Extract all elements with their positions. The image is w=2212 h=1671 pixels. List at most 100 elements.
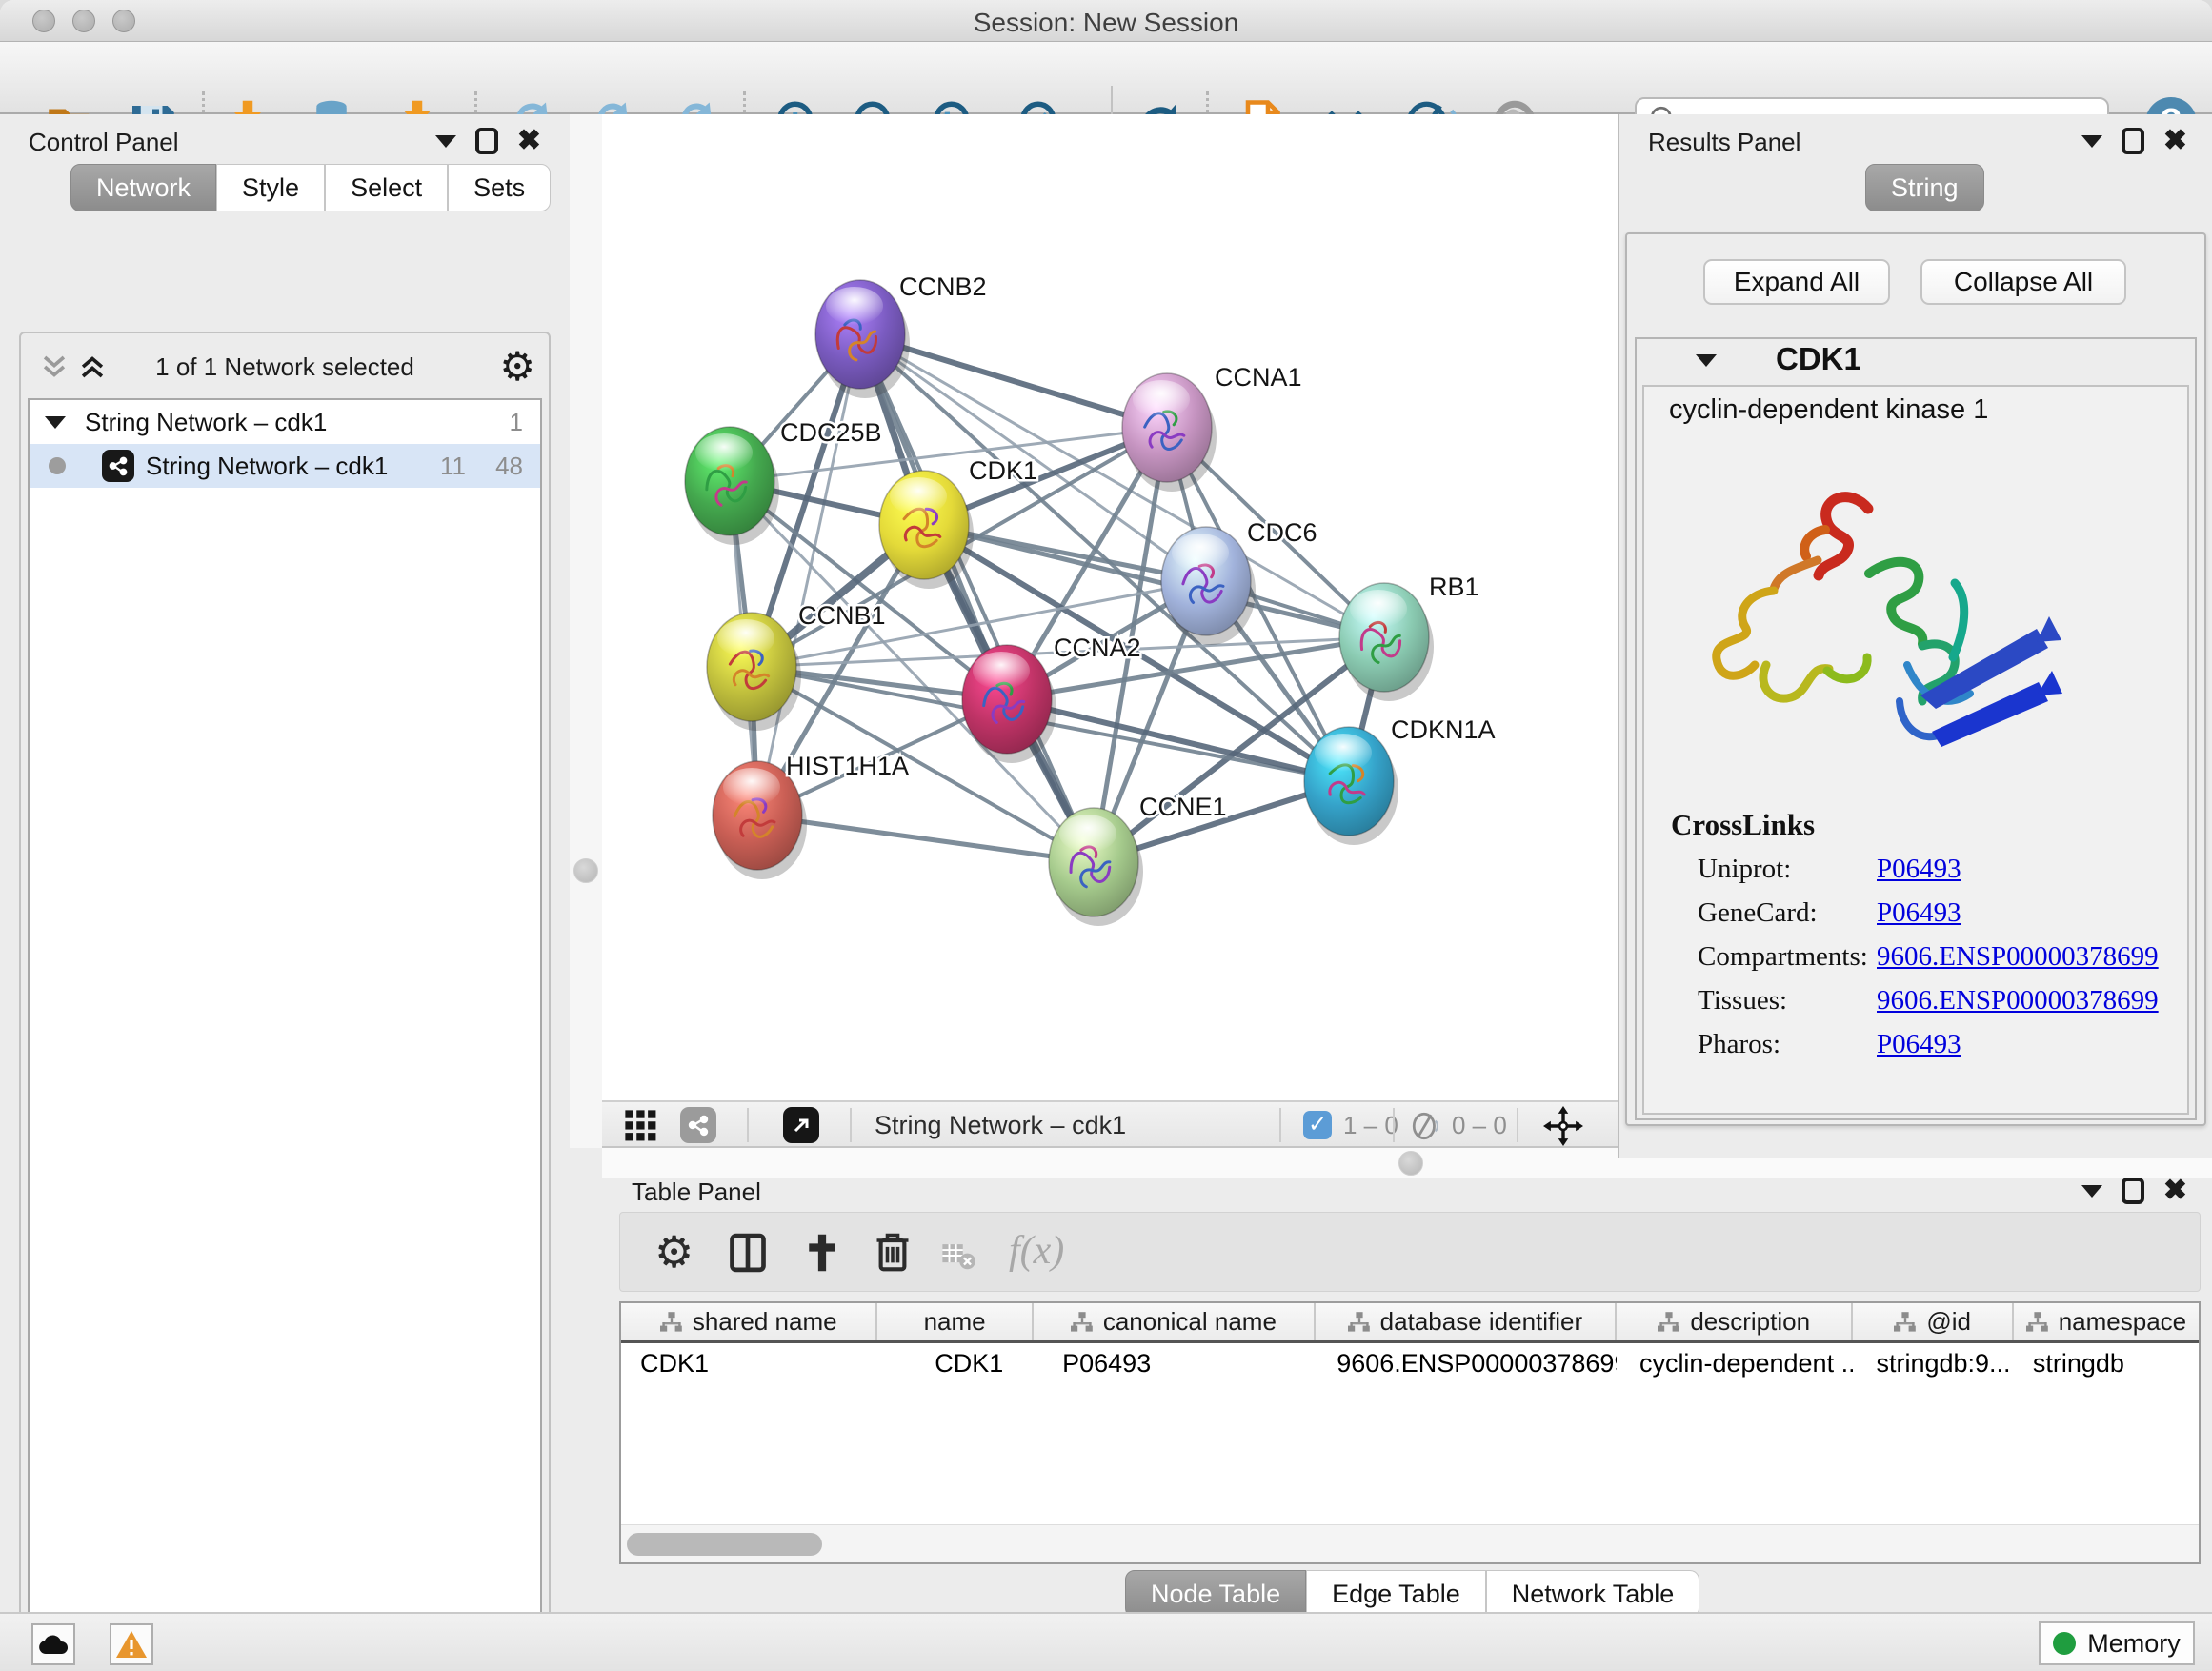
- close-panel-icon[interactable]: ✖: [517, 128, 541, 154]
- crosslink-label: Uniprot:: [1698, 854, 1791, 885]
- crosslink-pharos-link[interactable]: P06493: [1877, 1029, 1961, 1060]
- collapse-all-button[interactable]: Collapse All: [1920, 259, 2126, 305]
- column-header[interactable]: name: [877, 1303, 1033, 1340]
- float-panel-icon[interactable]: [2122, 1178, 2144, 1204]
- crosslinks-title: CrossLinks: [1671, 808, 1815, 842]
- birdseye-navigator-icon[interactable]: [1543, 1106, 1583, 1146]
- warnings-button[interactable]: [110, 1623, 153, 1665]
- column-header[interactable]: description: [1617, 1303, 1854, 1340]
- crosslink-label: GeneCard:: [1698, 897, 1818, 929]
- function-builder-icon[interactable]: f(x): [1009, 1228, 1064, 1274]
- node-label-CDC6: CDC6: [1247, 518, 1317, 547]
- delete-column-trash-icon[interactable]: [872, 1230, 914, 1272]
- grid-view-icon[interactable]: [623, 1108, 659, 1144]
- network-node-CCNB2[interactable]: [815, 280, 910, 398]
- panel-menu-icon[interactable]: [2081, 135, 2102, 148]
- table-header-row: shared name name canonical name database…: [621, 1303, 2199, 1343]
- string-network-graph[interactable]: CCNB2CCNA1CDC25BCDK1CDC6RB1CCNB1CCNA2CDK…: [602, 114, 1618, 1100]
- expand-all-button[interactable]: Expand All: [1703, 259, 1890, 305]
- node-label-CDK1: CDK1: [969, 456, 1037, 485]
- application-window: Session: New Session ? Control Panel: [0, 0, 2212, 1671]
- crosslink-uniprot-link[interactable]: P06493: [1877, 854, 1961, 885]
- node-label-CCNB2: CCNB2: [899, 272, 987, 301]
- network-node-CDK1[interactable]: [879, 471, 974, 589]
- memory-button[interactable]: Memory: [2039, 1621, 2195, 1665]
- control-panel: Control Panel ✖ Network Style Select Set…: [0, 114, 570, 1612]
- network-node-RB1[interactable]: [1339, 583, 1434, 701]
- tab-sets[interactable]: Sets: [448, 164, 551, 211]
- crosslink-label: Compartments:: [1698, 941, 1868, 973]
- tab-edge-table[interactable]: Edge Table: [1306, 1570, 1486, 1618]
- float-panel-icon[interactable]: [2122, 128, 2144, 154]
- column-header[interactable]: shared name: [621, 1303, 877, 1340]
- title-bar: Session: New Session: [0, 0, 2212, 42]
- create-column-icon[interactable]: [801, 1232, 843, 1274]
- collection-label: String Network – cdk1: [85, 408, 327, 437]
- column-header[interactable]: namespace: [2014, 1303, 2199, 1340]
- gene-section: CDK1 cyclin-dependent kinase 1: [1635, 337, 2197, 1120]
- float-panel-icon[interactable]: [475, 128, 498, 154]
- string-network-icon: [102, 450, 134, 482]
- horizontal-scrollbar[interactable]: [621, 1524, 2199, 1562]
- main-toolbar: ?: [0, 42, 2212, 114]
- network-view-toolbar: String Network – cdk1 ✓ 1 – 0 0 – 0: [602, 1100, 1618, 1148]
- table-row[interactable]: CDK1 CDK1 P06493 9606.ENSP00000378699 cy…: [621, 1343, 2199, 1385]
- network-node-CCNA1[interactable]: [1122, 373, 1217, 492]
- hidden-eye-icon[interactable]: [1410, 1110, 1442, 1142]
- delete-table-icon[interactable]: [940, 1238, 976, 1274]
- table-settings-gear-icon[interactable]: ⚙: [654, 1226, 694, 1278]
- column-header[interactable]: database identifier: [1316, 1303, 1617, 1340]
- network-node-CDC6[interactable]: [1161, 527, 1256, 645]
- network-node-CDKN1A[interactable]: [1304, 727, 1398, 845]
- tab-select[interactable]: Select: [325, 164, 448, 211]
- network-node-CCNE1[interactable]: [1049, 808, 1143, 926]
- node-label-RB1: RB1: [1429, 573, 1479, 601]
- tree-expander-icon[interactable]: [45, 416, 66, 429]
- vertical-splitter-left[interactable]: [570, 114, 602, 1148]
- show-columns-icon[interactable]: [727, 1232, 769, 1274]
- edge-count: 48: [495, 452, 523, 481]
- section-expander-icon[interactable]: [1696, 354, 1717, 367]
- tab-node-table[interactable]: Node Table: [1125, 1570, 1306, 1618]
- crosslink-tissues-link[interactable]: 9606.ENSP00000378699: [1877, 985, 2159, 1017]
- selected-checkbox-icon[interactable]: ✓: [1303, 1111, 1332, 1139]
- selected-counts: 1 – 0: [1343, 1111, 1398, 1140]
- network-label: String Network – cdk1: [146, 452, 388, 481]
- gear-icon[interactable]: ⚙: [499, 343, 535, 390]
- network-node-CCNB1[interactable]: [707, 613, 801, 731]
- network-selected-status: 1 of 1 Network selected: [21, 352, 549, 382]
- tab-style[interactable]: Style: [216, 164, 325, 211]
- string-badge-icon[interactable]: [680, 1107, 716, 1143]
- panel-menu-icon[interactable]: [435, 135, 456, 148]
- memory-label: Memory: [2087, 1629, 2181, 1659]
- network-canvas[interactable]: CCNB2CCNA1CDC25BCDK1CDC6RB1CCNB1CCNA2CDK…: [602, 114, 1618, 1100]
- column-header[interactable]: @id: [1853, 1303, 2013, 1340]
- cloud-status-button[interactable]: [31, 1623, 75, 1665]
- node-table[interactable]: shared name name canonical name database…: [619, 1301, 2201, 1564]
- node-label-CDC25B: CDC25B: [780, 418, 882, 447]
- memory-ok-dot: [2053, 1632, 2076, 1655]
- panel-menu-icon[interactable]: [2081, 1185, 2102, 1198]
- tab-network-table[interactable]: Network Table: [1486, 1570, 1700, 1618]
- network-collection-row[interactable]: String Network – cdk1 1: [30, 400, 540, 444]
- network-node-CCNA2[interactable]: [962, 645, 1056, 763]
- tab-string[interactable]: String: [1865, 164, 1984, 211]
- close-panel-icon[interactable]: ✖: [2163, 128, 2187, 154]
- column-header[interactable]: canonical name: [1034, 1303, 1316, 1340]
- scrollbar-thumb[interactable]: [627, 1533, 822, 1556]
- tab-network[interactable]: Network: [70, 164, 216, 211]
- network-node-CDC25B[interactable]: [685, 427, 779, 545]
- crosslink-genecard-link[interactable]: P06493: [1877, 897, 1961, 929]
- control-panel-title: Control Panel: [29, 128, 179, 157]
- gene-description: cyclin-dependent kinase 1: [1669, 394, 1988, 426]
- network-row[interactable]: String Network – cdk1 11 48: [30, 444, 540, 488]
- node-label-HIST1H1A: HIST1H1A: [786, 752, 909, 780]
- node-label-CCNA2: CCNA2: [1054, 634, 1141, 662]
- results-panel-title: Results Panel: [1648, 128, 1800, 157]
- open-external-icon[interactable]: [783, 1107, 819, 1143]
- crosslink-compartments-link[interactable]: 9606.ENSP00000378699: [1877, 941, 2159, 973]
- status-bar: Memory: [0, 1612, 2212, 1671]
- network-list: String Network – cdk1 1 String Network –…: [28, 398, 542, 1671]
- close-panel-icon[interactable]: ✖: [2163, 1178, 2187, 1204]
- node-count: 11: [440, 452, 466, 481]
